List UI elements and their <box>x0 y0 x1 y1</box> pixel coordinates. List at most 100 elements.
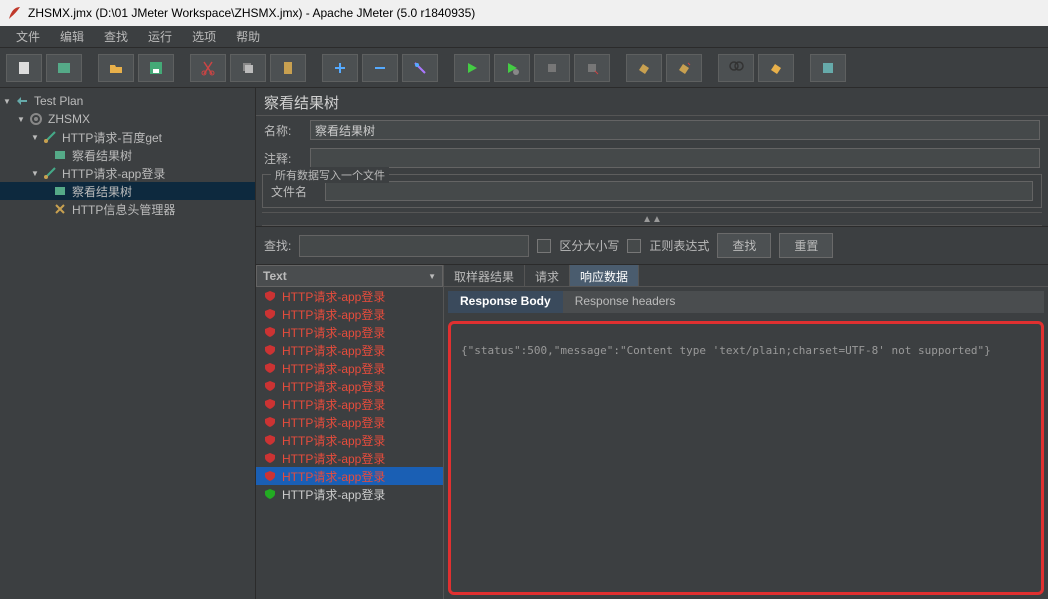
toolbar <box>0 48 1048 88</box>
shield-fail-icon <box>264 416 276 428</box>
tree-label: HTTP请求-app登录 <box>62 165 165 182</box>
sampler-item-label: HTTP请求-app登录 <box>282 342 385 359</box>
shield-fail-icon <box>264 434 276 446</box>
reset-search-button[interactable] <box>758 54 794 82</box>
sampler-item-label: HTTP请求-app登录 <box>282 450 385 467</box>
sampler-item[interactable]: HTTP请求-app登录 <box>256 341 443 359</box>
sampler-item[interactable]: HTTP请求-app登录 <box>256 431 443 449</box>
regex-label: 正则表达式 <box>649 237 709 254</box>
new-button[interactable] <box>6 54 42 82</box>
tree-label: Test Plan <box>34 94 83 108</box>
toggle-button[interactable] <box>402 54 438 82</box>
menu-file[interactable]: 文件 <box>6 26 50 47</box>
comment-input[interactable] <box>310 148 1040 168</box>
start-no-timer-button[interactable] <box>494 54 530 82</box>
sampler-item[interactable]: HTTP请求-app登录 <box>256 305 443 323</box>
shield-fail-icon <box>264 308 276 320</box>
filename-input[interactable] <box>325 181 1033 201</box>
sampler-item-label: HTTP请求-app登录 <box>282 360 385 377</box>
reset-button[interactable]: 重置 <box>779 233 833 258</box>
sampler-item[interactable]: HTTP请求-app登录 <box>256 395 443 413</box>
tree-http-request-2[interactable]: ▼ HTTP请求-app登录 <box>0 164 255 182</box>
clear-all-button[interactable] <box>666 54 702 82</box>
comment-label: 注释: <box>264 150 302 167</box>
templates-button[interactable] <box>46 54 82 82</box>
titlebar: ZHSMX.jmx (D:\01 JMeter Workspace\ZHSMX.… <box>0 0 1048 26</box>
window-title: ZHSMX.jmx (D:\01 JMeter Workspace\ZHSMX.… <box>28 6 475 20</box>
content-panel: 察看结果树 名称: 注释: 所有数据写入一个文件 文件名 ▲▲ 查找: 区分大小… <box>256 88 1048 599</box>
name-input[interactable] <box>310 120 1040 140</box>
shield-fail-icon <box>264 362 276 374</box>
sampler-item-label: HTTP请求-app登录 <box>282 288 385 305</box>
tab-response-body[interactable]: Response Body <box>448 291 563 313</box>
shield-fail-icon <box>264 470 276 482</box>
expand-button[interactable] <box>322 54 358 82</box>
result-detail: 取样器结果 请求 响应数据 Response Body Response hea… <box>444 265 1048 599</box>
tree-label: 察看结果树 <box>72 183 132 200</box>
shield-fail-icon <box>264 380 276 392</box>
shutdown-button[interactable] <box>574 54 610 82</box>
open-button[interactable] <box>98 54 134 82</box>
sampler-item[interactable]: HTTP请求-app登录 <box>256 467 443 485</box>
copy-button[interactable] <box>230 54 266 82</box>
search-input[interactable] <box>299 235 529 257</box>
tree-http-request-1[interactable]: ▼ HTTP请求-百度get <box>0 128 255 146</box>
collapse-button[interactable] <box>362 54 398 82</box>
find-button[interactable]: 查找 <box>717 233 771 258</box>
sampler-item[interactable]: HTTP请求-app登录 <box>256 323 443 341</box>
case-checkbox[interactable] <box>537 239 551 253</box>
shield-fail-icon <box>264 326 276 338</box>
sampler-item-label: HTTP请求-app登录 <box>282 486 385 503</box>
regex-checkbox[interactable] <box>627 239 641 253</box>
cut-button[interactable] <box>190 54 226 82</box>
fieldset-legend: 所有数据写入一个文件 <box>271 167 389 183</box>
menu-run[interactable]: 运行 <box>138 26 182 47</box>
tree-thread-group[interactable]: ▼ ZHSMX <box>0 110 255 128</box>
tab-request[interactable]: 请求 <box>525 265 570 286</box>
tab-sampler-result[interactable]: 取样器结果 <box>444 265 525 286</box>
renderer-dropdown[interactable]: Text ▼ <box>256 265 443 287</box>
sampler-item-label: HTTP请求-app登录 <box>282 306 385 323</box>
tree-view-results-1[interactable]: 察看结果树 <box>0 146 255 164</box>
tree-view-results-2[interactable]: 察看结果树 <box>0 182 255 200</box>
sampler-item-label: HTTP请求-app登录 <box>282 432 385 449</box>
menu-search[interactable]: 查找 <box>94 26 138 47</box>
sampler-item[interactable]: HTTP请求-app登录 <box>256 485 443 503</box>
renderer-label: Text <box>263 269 287 283</box>
tree-label: HTTP请求-百度get <box>62 129 162 146</box>
stop-button[interactable] <box>534 54 570 82</box>
response-body-text[interactable]: {"status":500,"message":"Content type 't… <box>448 321 1044 595</box>
sampler-item-label: HTTP请求-app登录 <box>282 468 385 485</box>
start-button[interactable] <box>454 54 490 82</box>
file-output-fieldset: 所有数据写入一个文件 文件名 <box>262 174 1042 208</box>
up-spinner[interactable]: ▲▲ <box>262 212 1042 226</box>
shield-fail-icon <box>264 344 276 356</box>
sampler-item[interactable]: HTTP请求-app登录 <box>256 287 443 305</box>
sampler-item-label: HTTP请求-app登录 <box>282 396 385 413</box>
tree-header-manager[interactable]: HTTP信息头管理器 <box>0 200 255 218</box>
sampler-item[interactable]: HTTP请求-app登录 <box>256 359 443 377</box>
clear-button[interactable] <box>626 54 662 82</box>
name-label: 名称: <box>264 122 302 139</box>
search-button[interactable] <box>718 54 754 82</box>
save-button[interactable] <box>138 54 174 82</box>
menu-options[interactable]: 选项 <box>182 26 226 47</box>
menu-edit[interactable]: 编辑 <box>50 26 94 47</box>
sampler-items[interactable]: HTTP请求-app登录HTTP请求-app登录HTTP请求-app登录HTTP… <box>256 287 443 599</box>
chevron-down-icon: ▼ <box>428 272 436 281</box>
tab-response-headers[interactable]: Response headers <box>563 291 688 313</box>
tree-test-plan[interactable]: ▼ Test Plan <box>0 92 255 110</box>
function-helper-button[interactable] <box>810 54 846 82</box>
filename-label: 文件名 <box>271 183 317 200</box>
sampler-item[interactable]: HTTP请求-app登录 <box>256 449 443 467</box>
tree-label: 察看结果树 <box>72 147 132 164</box>
sampler-item[interactable]: HTTP请求-app登录 <box>256 413 443 431</box>
sampler-item[interactable]: HTTP请求-app登录 <box>256 377 443 395</box>
shield-fail-icon <box>264 398 276 410</box>
shield-fail-icon <box>264 452 276 464</box>
tab-response-data[interactable]: 响应数据 <box>570 265 639 286</box>
test-plan-tree[interactable]: ▼ Test Plan ▼ ZHSMX ▼ HTTP请求-百度get 察看结果树… <box>0 88 256 599</box>
search-bar: 查找: 区分大小写 正则表达式 查找 重置 <box>256 226 1048 265</box>
menu-help[interactable]: 帮助 <box>226 26 270 47</box>
paste-button[interactable] <box>270 54 306 82</box>
